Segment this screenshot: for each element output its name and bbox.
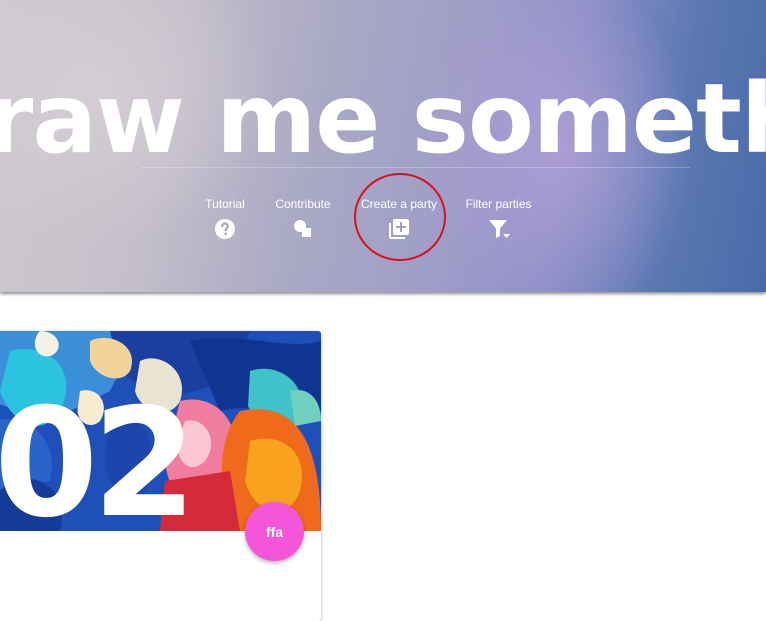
shapes-icon [294,220,311,237]
filter-parties-label: Filter parties [465,197,532,211]
host-avatar[interactable]: ffa [245,502,304,561]
hero-divider [140,167,690,168]
help-circle-icon [215,219,235,239]
filter-dropdown-icon [488,220,510,238]
contribute-button[interactable]: Contribute [274,197,332,241]
filter-parties-button[interactable]: Filter parties [465,197,532,241]
hero-title: raw me somethin [0,63,766,175]
party-number: 02 [0,377,197,551]
tutorial-label: Tutorial [205,197,245,211]
host-avatar-initials: ffa [265,523,284,540]
contribute-label: Contribute [275,197,331,211]
highlight-circle [354,173,446,261]
tutorial-button[interactable]: Tutorial [204,197,246,241]
